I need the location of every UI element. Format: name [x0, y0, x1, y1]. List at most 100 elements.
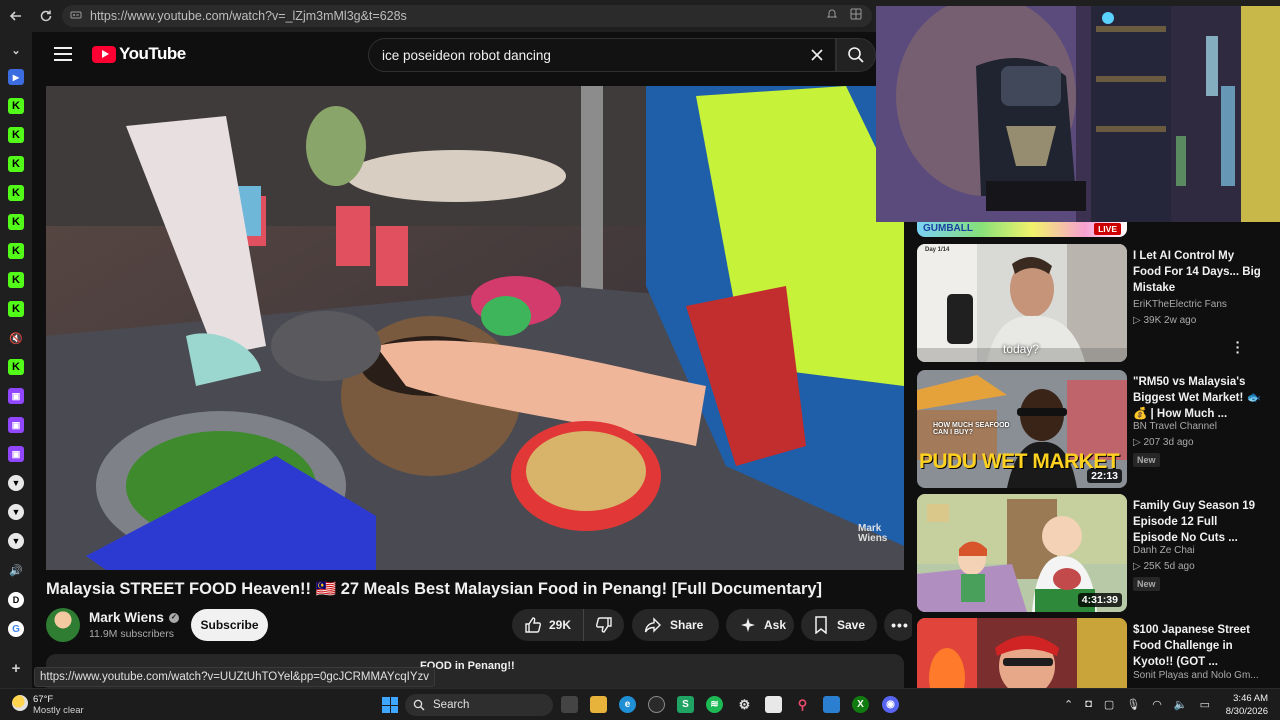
- back-button[interactable]: [1, 0, 31, 32]
- bookmark-icon: [815, 616, 827, 634]
- edge-vertical-tabs: ⌄ ▶ K K K K K K K K 🔇 K ▣ ▣ ▣ ▼ ▼ ▼ 🔊 D …: [0, 32, 32, 688]
- recommendation-title[interactable]: "RM50 vs Malaysia's Biggest Wet Market! …: [1133, 374, 1263, 422]
- verified-check-icon: ✓: [168, 613, 179, 624]
- tab-round-3[interactable]: ▼: [8, 533, 24, 549]
- recommendation-title[interactable]: $100 Japanese Street Food Challenge in K…: [1133, 622, 1263, 670]
- tab-youtube[interactable]: ▶: [8, 69, 24, 85]
- live-thumb-text: GUMBALL: [923, 223, 973, 234]
- weather-description[interactable]: Mostly clear: [33, 705, 84, 716]
- site-info-icon[interactable]: [70, 9, 84, 24]
- tray-app-2-icon[interactable]: ▢: [1104, 698, 1114, 711]
- subscribe-button[interactable]: Subscribe: [191, 609, 268, 641]
- live-badge: LIVE: [1094, 223, 1121, 235]
- channel-name: Mark Wiens: [89, 610, 164, 625]
- video-player[interactable]: Mark Wiens: [46, 86, 904, 570]
- tray-chevron-up-icon[interactable]: ⌃: [1064, 698, 1073, 711]
- tab-kick-4[interactable]: K: [8, 185, 24, 201]
- capture-app-icon[interactable]: [648, 696, 665, 713]
- maps-pin-icon[interactable]: ⚲: [794, 696, 811, 713]
- live-video-thumbnail-bottom[interactable]: GUMBALL LIVE: [917, 222, 1127, 237]
- new-tab-plus-icon[interactable]: +: [8, 660, 24, 677]
- reload-icon: [40, 10, 52, 22]
- spreadsheet-app-icon[interactable]: S: [677, 696, 694, 713]
- tab-twitch-1[interactable]: ▣: [8, 388, 24, 404]
- photos-app-icon[interactable]: [823, 696, 840, 713]
- recommendation-title[interactable]: I Let AI Control My Food For 14 Days... …: [1133, 248, 1263, 296]
- recommendation-item[interactable]: $100 Japanese Street Food Challenge in K…: [917, 618, 1277, 688]
- collapse-chevron-icon[interactable]: ⌄: [8, 42, 24, 58]
- spotify-icon[interactable]: ≋: [706, 696, 723, 713]
- windows-taskbar: 67°F Mostly clear Search e S ≋ ⚙ ⚲ X ◉ ⌃…: [0, 688, 1280, 720]
- search-button[interactable]: [836, 38, 876, 72]
- tab-google[interactable]: G: [8, 621, 24, 637]
- file-explorer-icon[interactable]: [590, 696, 607, 713]
- youtube-logo[interactable]: YouTube: [92, 44, 186, 64]
- address-bar[interactable]: https://www.youtube.com/watch?v=_lZjm3mM…: [62, 5, 872, 27]
- recommendation-channel[interactable]: Danh Ze Chai: [1133, 545, 1273, 556]
- recommendation-channel[interactable]: Sonit Playas and Nolo Gm...: [1133, 670, 1273, 681]
- tab-kick-1[interactable]: K: [8, 98, 24, 114]
- recommendation-channel[interactable]: BN Travel Channel: [1133, 421, 1273, 432]
- tab-kick-7[interactable]: K: [8, 272, 24, 288]
- xbox-icon[interactable]: X: [852, 696, 869, 713]
- like-button[interactable]: 29K: [512, 609, 584, 641]
- edge-browser-icon[interactable]: e: [619, 696, 636, 713]
- recommendation-thumbnail[interactable]: HOW MUCH SEAFOOD CAN I BUY? PUDU WET MAR…: [917, 370, 1127, 488]
- tab-d-app[interactable]: D: [8, 592, 24, 608]
- weather-moon-icon[interactable]: [12, 695, 28, 711]
- reload-button[interactable]: [31, 0, 61, 32]
- system-tray: ⌃ ◘ ▢ 🎙 ◠ 🔈 ▭: [1064, 698, 1210, 711]
- wifi-icon[interactable]: ◠: [1152, 698, 1162, 711]
- discord-icon[interactable]: ◉: [882, 696, 899, 713]
- tray-app-icon[interactable]: ◘: [1085, 698, 1092, 711]
- dislike-button[interactable]: [584, 616, 624, 634]
- channel-avatar[interactable]: [46, 608, 80, 642]
- back-arrow-icon: [9, 11, 21, 21]
- share-arrow-icon: [644, 617, 661, 633]
- tab-muted-speaker-icon[interactable]: 🔇: [8, 330, 24, 346]
- recommendation-item[interactable]: 4:31:39 Family Guy Season 19 Episode 12 …: [917, 494, 1277, 612]
- recommendation-channel[interactable]: EriKTheElectric Fans: [1133, 299, 1273, 310]
- recommendation-item[interactable]: HOW MUCH SEAFOOD CAN I BUY? PUDU WET MAR…: [917, 370, 1277, 488]
- channel-name-link[interactable]: Mark Wiens ✓: [89, 610, 179, 625]
- windows-start-icon[interactable]: [382, 697, 398, 713]
- recommendation-item[interactable]: Day 1/14 today? I Let AI Control My Food…: [917, 244, 1277, 362]
- taskbar-search-box[interactable]: Search: [405, 694, 553, 716]
- weather-temperature[interactable]: 67°F: [33, 694, 53, 705]
- share-label: Share: [670, 618, 704, 632]
- notepad-icon[interactable]: [765, 696, 782, 713]
- ask-button[interactable]: Ask: [726, 609, 794, 641]
- like-dislike-group: 29K: [512, 609, 624, 641]
- recommendation-title[interactable]: Family Guy Season 19 Episode 12 Full Epi…: [1133, 498, 1263, 546]
- app-available-icon[interactable]: [850, 8, 862, 23]
- task-view-icon[interactable]: [561, 696, 578, 713]
- tab-kick-3[interactable]: K: [8, 156, 24, 172]
- video-duration: 4:31:39: [1077, 593, 1122, 607]
- tab-twitch-3[interactable]: ▣: [8, 446, 24, 462]
- tab-kick-8[interactable]: K: [8, 301, 24, 317]
- tab-kick-6[interactable]: K: [8, 243, 24, 259]
- settings-gear-icon[interactable]: ⚙: [736, 696, 753, 713]
- volume-icon[interactable]: 🔈: [1174, 698, 1188, 711]
- share-button[interactable]: Share: [632, 609, 719, 641]
- save-button[interactable]: Save: [801, 609, 877, 641]
- notifications-bell-icon[interactable]: [826, 8, 838, 23]
- clock[interactable]: 3:46 AM 8/30/2026: [1226, 693, 1268, 717]
- recommendation-menu-icon[interactable]: · · ·: [1233, 335, 1243, 359]
- microphone-icon[interactable]: 🎙: [1126, 698, 1140, 711]
- tab-speaker-icon[interactable]: 🔊: [8, 562, 24, 578]
- recommendation-thumbnail[interactable]: Day 1/14 today?: [917, 244, 1127, 362]
- recommendation-thumbnail[interactable]: [917, 618, 1127, 688]
- tab-kick-9[interactable]: K: [8, 359, 24, 375]
- menu-hamburger-icon[interactable]: [54, 47, 72, 61]
- tab-round-2[interactable]: ▼: [8, 504, 24, 520]
- clear-search-icon[interactable]: [805, 43, 829, 67]
- recommendation-thumbnail[interactable]: 4:31:39: [917, 494, 1127, 612]
- tab-twitch-2[interactable]: ▣: [8, 417, 24, 433]
- save-label: Save: [837, 618, 866, 632]
- tab-round-1[interactable]: ▼: [8, 475, 24, 491]
- tab-kick-5[interactable]: K: [8, 214, 24, 230]
- tab-kick-2[interactable]: K: [8, 127, 24, 143]
- battery-icon[interactable]: ▭: [1200, 698, 1210, 711]
- search-input[interactable]: ice poseideon robot dancing: [368, 38, 836, 72]
